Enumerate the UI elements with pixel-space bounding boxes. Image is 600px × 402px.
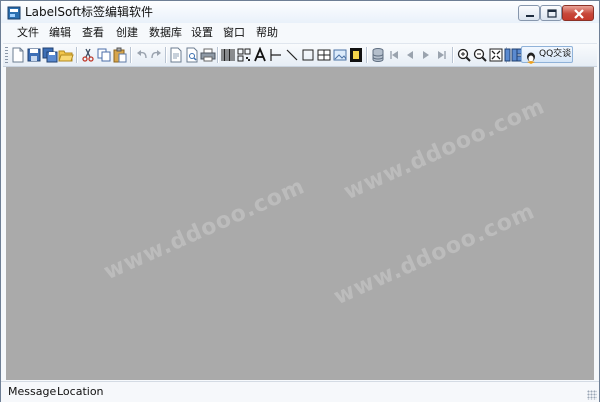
open-folder-icon[interactable] [58,47,74,63]
close-button[interactable] [562,5,594,21]
text-tool-icon[interactable] [252,47,268,63]
menu-view[interactable]: 查看 [82,25,104,41]
toolbar-separator [452,47,454,63]
minimize-icon [526,15,534,17]
app-logo-icon [7,5,21,20]
copy-icon[interactable] [96,47,112,63]
maximize-icon [547,9,557,18]
menu-create[interactable]: 创建 [116,25,138,41]
image-tool-icon[interactable] [332,47,348,63]
toolbar-separator [165,47,167,63]
cut-icon[interactable] [80,47,96,63]
watermark-text: www.ddooo.com [330,198,539,311]
rectangle-tool-icon[interactable] [300,47,316,63]
table-tool-icon[interactable] [316,47,332,63]
database-icon[interactable] [370,47,386,63]
first-record-icon[interactable] [386,47,402,63]
print-icon[interactable] [200,47,216,63]
last-record-icon[interactable] [434,47,450,63]
status-bar: Message Location [1,381,599,402]
maximize-button[interactable] [540,5,562,21]
save-all-icon[interactable] [42,47,58,63]
toolbar-separator [130,47,132,63]
page-setup-icon[interactable] [168,47,184,63]
qq-penguin-icon [525,49,537,64]
status-message: Message [8,385,57,398]
menu-bar: 文件 编辑 查看 创建 数据库 设置 窗口 帮助 [1,23,599,43]
menu-database[interactable]: 数据库 [149,25,182,41]
status-location: Location [57,385,104,398]
menu-edit[interactable]: 编辑 [49,25,71,41]
watermark-text: www.ddooo.com [340,93,549,206]
redo-icon[interactable] [148,47,164,63]
zoom-in-icon[interactable] [456,47,472,63]
qq-chat-label: QQ交谈 [539,49,572,59]
qq-chat-button[interactable]: QQ交谈 [521,46,573,64]
new-file-icon[interactable] [10,47,26,63]
ole-object-icon[interactable] [348,47,364,63]
toolbar-separator [217,47,219,63]
menu-file[interactable]: 文件 [17,25,39,41]
title-bar[interactable]: LabelSoft标签编辑软件 [1,1,599,23]
barcode-icon[interactable] [220,47,236,63]
fit-to-window-icon[interactable] [488,47,504,63]
zoom-out-icon[interactable] [472,47,488,63]
window-title: LabelSoft标签编辑软件 [25,5,154,19]
toolbar-grip[interactable] [5,47,8,63]
qr-code-icon[interactable] [236,47,252,63]
line-tool-icon[interactable] [268,47,284,63]
layout-vertical-icon[interactable] [503,47,519,63]
minimize-button[interactable] [518,5,540,21]
menu-window[interactable]: 窗口 [223,25,245,41]
resize-grip-icon[interactable] [587,390,597,400]
previous-record-icon[interactable] [402,47,418,63]
next-record-icon[interactable] [418,47,434,63]
close-icon [574,9,584,19]
save-icon[interactable] [26,47,42,63]
app-window: LabelSoft标签编辑软件 文件 编辑 查看 创建 数据库 设置 窗口 帮助 [0,0,600,402]
toolbar-separator [76,47,78,63]
diagonal-line-icon[interactable] [284,47,300,63]
menu-settings[interactable]: 设置 [191,25,213,41]
print-preview-icon[interactable] [184,47,200,63]
menu-help[interactable]: 帮助 [256,25,278,41]
toolbar-separator [366,47,368,63]
watermark-text: www.ddooo.com [100,173,309,286]
paste-icon[interactable] [112,47,128,63]
workspace-area[interactable]: www.ddooo.com www.ddooo.com www.ddooo.co… [6,67,594,380]
